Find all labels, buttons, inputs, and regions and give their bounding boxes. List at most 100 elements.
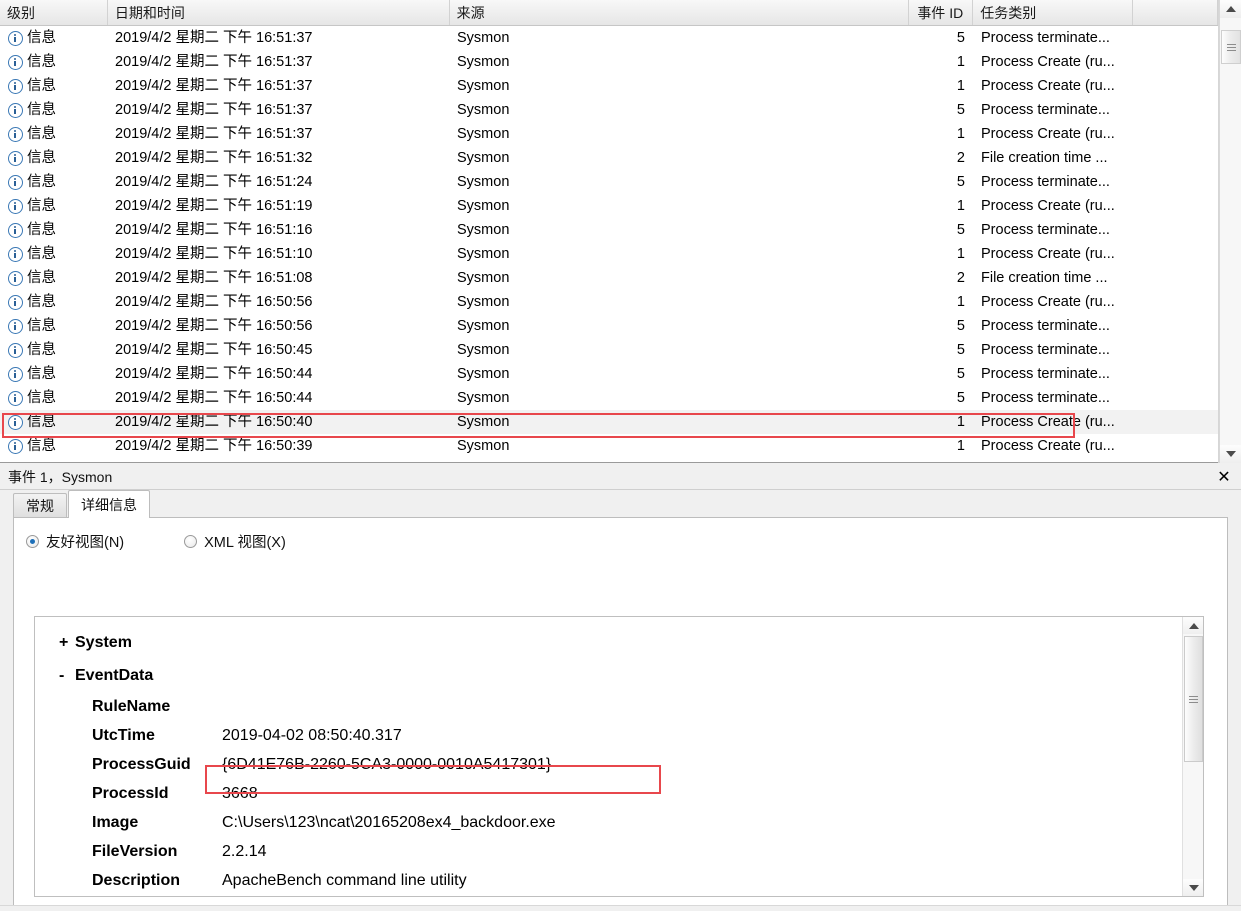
table-row[interactable]: 信息 2019/4/2 星期二 下午 16:50:44 Sysmon 5 Process… xyxy=(0,362,1218,386)
column-header-task[interactable]: 任务类别 xyxy=(973,0,1134,25)
info-icon xyxy=(8,294,23,310)
table-row[interactable]: 信息 2019/4/2 星期二 下午 16:51:32 Sysmon 2 File cr… xyxy=(0,146,1218,170)
event-data-box: + System - EventData RuleName UtcTime 2019-04-… xyxy=(34,616,1204,897)
table-row[interactable]: 信息 2019/4/2 星期二 下午 16:50:39 Sysmon 1 Process… xyxy=(0,434,1218,458)
cell-level-label: 信息 xyxy=(27,438,56,454)
column-header-level[interactable]: 级别 xyxy=(0,0,108,25)
cell-task-category: Process Create (ru... xyxy=(981,78,1115,94)
table-row[interactable]: 信息 2019/4/2 星期二 下午 16:50:40 Sysmon 1 Process… xyxy=(0,410,1218,434)
tree-node[interactable]: + System xyxy=(35,626,1183,659)
radio-friendly-view[interactable]: 友好视图(N) xyxy=(26,531,124,552)
cell-source: Sysmon xyxy=(457,126,510,142)
column-header-source[interactable]: 来源 xyxy=(450,0,910,25)
table-row[interactable]: 信息 2019/4/2 星期二 下午 16:50:45 Sysmon 5 Process… xyxy=(0,338,1218,362)
cell-event-id: 2 xyxy=(956,270,965,286)
table-row[interactable]: 信息 2019/4/2 星期二 下午 16:50:56 Sysmon 1 Process… xyxy=(0,290,1218,314)
table-row[interactable]: 信息 2019/4/2 星期二 下午 16:51:37 Sysmon 5 Process… xyxy=(0,98,1218,122)
cell-level: 信息 xyxy=(0,26,108,50)
details-scrollbar-thumb[interactable] xyxy=(1184,636,1203,762)
field-key: RuleName xyxy=(92,698,171,715)
table-row[interactable]: 信息 2019/4/2 星期二 下午 16:51:16 Sysmon 5 Process… xyxy=(0,218,1218,242)
cell-task-category: Process Create (ru... xyxy=(981,246,1115,262)
event-list-scrollbar[interactable] xyxy=(1219,0,1241,463)
cell-level: 信息 xyxy=(0,74,108,98)
scrollbar-thumb[interactable] xyxy=(1221,30,1241,64)
cell-datetime: 2019/4/2 星期二 下午 16:50:40 xyxy=(115,414,313,430)
tree-node[interactable]: - EventData xyxy=(35,659,1183,692)
cell-level: 信息 xyxy=(0,242,108,266)
tab-details[interactable]: 详细信息 xyxy=(68,490,150,518)
cell-level: 信息 xyxy=(0,194,108,218)
close-icon[interactable]: ✕ xyxy=(1213,466,1235,487)
table-row[interactable]: 信息 2019/4/2 星期二 下午 16:51:37 Sysmon 1 Process… xyxy=(0,74,1218,98)
window-bottom-edge xyxy=(0,905,1241,911)
details-scroll-up-arrow-icon[interactable] xyxy=(1183,617,1203,634)
cell-event-id: 1 xyxy=(956,78,965,94)
scrollbar-grip-icon xyxy=(1226,42,1236,53)
cell-datetime: 2019/4/2 星期二 下午 16:51:08 xyxy=(115,270,313,286)
table-row[interactable]: 信息 2019/4/2 星期二 下午 16:51:24 Sysmon 5 Process… xyxy=(0,170,1218,194)
cell-datetime: 2019/4/2 星期二 下午 16:51:37 xyxy=(115,30,313,46)
cell-level-label: 信息 xyxy=(27,78,56,94)
cell-event-id: 1 xyxy=(956,198,965,214)
cell-source: Sysmon xyxy=(457,198,510,214)
table-row[interactable]: 信息 2019/4/2 星期二 下午 16:51:37 Sysmon 1 Process… xyxy=(0,50,1218,74)
table-row[interactable]: 信息 2019/4/2 星期二 下午 16:51:37 Sysmon 1 Process… xyxy=(0,122,1218,146)
details-tab-strip: 常规 详细信息 xyxy=(0,490,1241,518)
details-title-text: 事件 1，Sysmon xyxy=(8,468,113,485)
radio-selected-icon xyxy=(26,535,39,548)
cell-task-category: File creation time ... xyxy=(981,270,1108,286)
info-icon xyxy=(8,246,23,262)
tree-node-label: System xyxy=(75,634,132,651)
info-icon xyxy=(8,150,23,166)
cell-source: Sysmon xyxy=(457,270,510,286)
cell-event-id: 5 xyxy=(956,174,965,190)
cell-task-category: Process terminate... xyxy=(981,342,1110,358)
cell-level-label: 信息 xyxy=(27,150,56,166)
tab-general[interactable]: 常规 xyxy=(13,493,67,518)
column-header-filler xyxy=(1133,0,1218,25)
event-data-tree: + System - EventData RuleName UtcTime 2019-04-… xyxy=(35,617,1183,896)
cell-task-category: Process Create (ru... xyxy=(981,414,1115,430)
info-icon xyxy=(8,438,23,454)
column-header-event-id[interactable]: 事件 ID xyxy=(909,0,974,25)
cell-level: 信息 xyxy=(0,386,108,410)
cell-task-category: Process terminate... xyxy=(981,318,1110,334)
field-key: UtcTime xyxy=(92,727,155,744)
cell-event-id: 5 xyxy=(956,30,965,46)
info-icon xyxy=(8,318,23,334)
cell-source: Sysmon xyxy=(457,414,510,430)
info-icon xyxy=(8,30,23,46)
tree-toggle-icon[interactable]: - xyxy=(59,659,75,692)
cell-level-label: 信息 xyxy=(27,174,56,190)
scrollbar-track[interactable] xyxy=(1220,18,1241,445)
table-row[interactable]: 信息 2019/4/2 星期二 下午 16:51:08 Sysmon 2 File cr… xyxy=(0,266,1218,290)
field-key: Image xyxy=(92,814,139,831)
cell-event-id: 5 xyxy=(956,366,965,382)
radio-xml-view-label: XML 视图(X) xyxy=(204,535,286,551)
cell-event-id: 1 xyxy=(956,126,965,142)
column-header-datetime[interactable]: 日期和时间 xyxy=(108,0,450,25)
cell-event-id: 5 xyxy=(956,342,965,358)
table-row[interactable]: 信息 2019/4/2 星期二 下午 16:51:37 Sysmon 5 Process… xyxy=(0,26,1218,50)
cell-level-label: 信息 xyxy=(27,318,56,334)
cell-level-label: 信息 xyxy=(27,246,56,262)
details-scroll-down-arrow-icon[interactable] xyxy=(1183,879,1203,896)
table-row[interactable]: 信息 2019/4/2 星期二 下午 16:50:44 Sysmon 5 Process… xyxy=(0,386,1218,410)
field-value: 2019-04-02 08:50:40.317 xyxy=(222,727,402,744)
table-row[interactable]: 信息 2019/4/2 星期二 下午 16:51:10 Sysmon 1 Process… xyxy=(0,242,1218,266)
cell-source: Sysmon xyxy=(457,174,510,190)
cell-source: Sysmon xyxy=(457,342,510,358)
table-row[interactable]: 信息 2019/4/2 星期二 下午 16:50:56 Sysmon 5 Process… xyxy=(0,314,1218,338)
radio-xml-view[interactable]: XML 视图(X) xyxy=(184,531,286,552)
cell-datetime: 2019/4/2 星期二 下午 16:51:10 xyxy=(115,246,313,262)
scroll-up-arrow-icon[interactable] xyxy=(1220,0,1241,18)
details-scrollbar[interactable] xyxy=(1182,617,1203,896)
cell-level-label: 信息 xyxy=(27,54,56,70)
tree-toggle-icon[interactable]: + xyxy=(59,626,75,659)
table-row[interactable]: 信息 2019/4/2 星期二 下午 16:51:19 Sysmon 1 Process… xyxy=(0,194,1218,218)
cell-datetime: 2019/4/2 星期二 下午 16:50:56 xyxy=(115,318,313,334)
scroll-down-arrow-icon[interactable] xyxy=(1220,445,1241,463)
cell-source: Sysmon xyxy=(457,390,510,406)
cell-task-category: Process terminate... xyxy=(981,390,1110,406)
